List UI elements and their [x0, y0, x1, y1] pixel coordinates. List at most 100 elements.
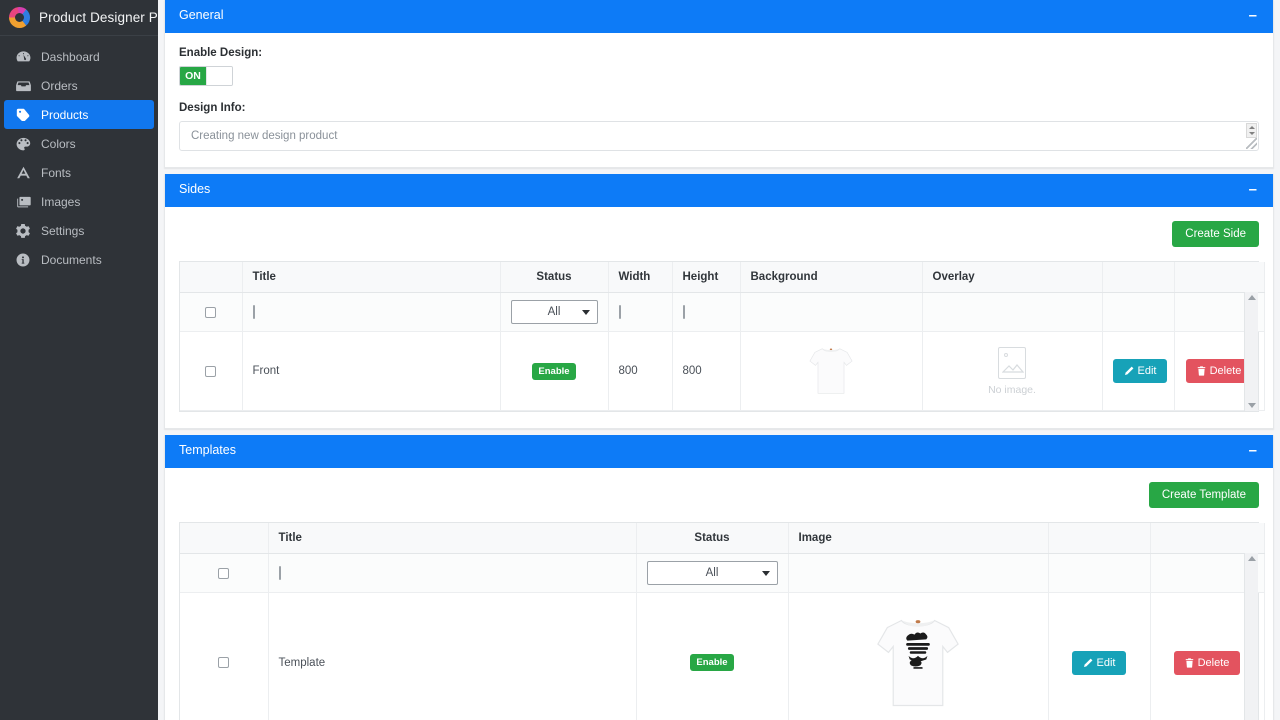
enable-design-label: Enable Design: [179, 47, 263, 59]
row-select-cell [180, 331, 243, 411]
filter-status-cell: All [636, 553, 789, 593]
brand-header: Product Designer Pro [0, 0, 170, 36]
scroll-down-icon[interactable] [1247, 403, 1256, 408]
minus-icon[interactable]: – [1247, 443, 1259, 458]
col-overlay: Overlay [922, 262, 1103, 293]
filter-overlay-cell [922, 292, 1103, 332]
white-tshirt-image [809, 348, 853, 394]
no-image-label: No image. [988, 383, 1036, 396]
delete-label: Delete [1209, 365, 1242, 377]
templates-title-filter-input[interactable] [278, 566, 281, 580]
filter-status-cell: All [500, 292, 609, 332]
row-edit-cell: Edit [1048, 592, 1151, 720]
sides-width-filter-input[interactable] [618, 305, 621, 319]
edit-label: Edit [1096, 656, 1116, 669]
fonts-letter-a-icon [16, 166, 33, 180]
row-edit-cell: Edit [1102, 331, 1175, 411]
enable-design-toggle[interactable]: ON [179, 66, 233, 86]
filter-select-cell [180, 292, 243, 332]
sidebar-item-label: Dashboard [41, 49, 100, 64]
templates-header-row: Title Status Image [180, 523, 1265, 554]
col-status: Status [636, 523, 789, 554]
row-checkbox[interactable] [218, 657, 230, 668]
delete-label: Delete [1197, 656, 1230, 669]
create-template-button[interactable]: Create Template [1148, 482, 1259, 508]
trash-icon [1197, 366, 1205, 376]
sidebar-item-orders[interactable]: Orders [4, 71, 154, 100]
general-panel-body: Enable Design: ON Design Info: Creating … [165, 33, 1273, 167]
edit-button[interactable]: Edit [1112, 359, 1168, 383]
table-row[interactable]: Front Enable 800 800 No image. Edit Dele… [180, 331, 1265, 411]
status-badge: Enable [532, 362, 576, 380]
create-side-button[interactable]: Create Side [1172, 221, 1259, 247]
minus-icon[interactable]: – [1247, 8, 1259, 23]
filter-background-cell [740, 292, 923, 332]
filter-height-cell [672, 292, 741, 332]
sides-status-filter-value: All [547, 306, 561, 318]
sides-panel: Sides – Create Side Title Status Width H… [164, 174, 1274, 429]
sidebar: Product Designer Pro Dashboard Orders Pr… [0, 0, 170, 720]
filter-image-cell [788, 553, 1049, 593]
edit-button[interactable]: Edit [1071, 650, 1127, 675]
sidebar-item-label: Colors [41, 136, 76, 151]
sidebar-item-images[interactable]: Images [4, 187, 154, 216]
sidebar-item-label: Images [41, 194, 81, 209]
scroll-up-icon[interactable] [1247, 295, 1256, 300]
select-all-checkbox[interactable] [218, 567, 230, 579]
panel-title: General [179, 8, 224, 22]
scroll-up-icon[interactable] [1247, 556, 1256, 561]
templates-status-filter-select[interactable]: All [646, 561, 778, 585]
delete-button[interactable]: Delete [1185, 359, 1253, 383]
design-info-wrap: Creating new design product [179, 121, 1259, 151]
templates-toolbar: Create Template [179, 482, 1259, 522]
templates-panel-body: Create Template Title Status Image All T… [165, 468, 1273, 720]
filter-select-cell [180, 553, 269, 593]
design-info-textarea[interactable]: Creating new design product [179, 121, 1259, 151]
main-content: General – Enable Design: ON Design Info:… [158, 0, 1280, 720]
resize-grip-icon[interactable] [1246, 138, 1257, 149]
toggle-knob [205, 67, 232, 85]
select-all-checkbox[interactable] [205, 306, 217, 318]
row-width: 800 [608, 331, 673, 411]
sides-title-filter-input[interactable] [252, 305, 255, 319]
sides-table-scrollbar[interactable] [1244, 292, 1258, 411]
sidebar-item-products[interactable]: Products [4, 100, 154, 129]
edit-label: Edit [1137, 365, 1157, 377]
templates-table-scrollbar[interactable] [1244, 553, 1258, 720]
row-overlay-cell: No image. [922, 331, 1103, 411]
row-title: Front [242, 331, 501, 411]
sides-panel-body: Create Side Title Status Width Height Ba… [165, 207, 1273, 428]
sidebar-item-settings[interactable]: Settings [4, 216, 154, 245]
sides-header-row: Title Status Width Height Background Ove… [180, 262, 1265, 293]
sides-table: Title Status Width Height Background Ove… [180, 262, 1265, 411]
sides-height-filter-input[interactable] [682, 305, 685, 319]
filter-title-cell [268, 553, 637, 593]
designer-logo-icon [9, 7, 30, 28]
printed-tshirt-image [877, 619, 959, 706]
row-checkbox[interactable] [205, 365, 217, 377]
delete-button[interactable]: Delete [1173, 650, 1241, 675]
spinner-icon[interactable] [1246, 123, 1257, 138]
col-delete [1150, 523, 1265, 554]
no-image-placeholder: No image. [933, 346, 1092, 396]
table-row[interactable]: Template Enable Edit Delete [180, 592, 1265, 720]
brand-title: Product Designer Pro [39, 10, 171, 25]
templates-panel: Templates – Create Template Title Status… [164, 435, 1274, 720]
templates-filter-row: All [180, 553, 1265, 593]
row-image-cell [788, 592, 1049, 720]
filter-edit-cell [1048, 553, 1151, 593]
images-picture-icon [16, 195, 33, 209]
sides-filter-row: All [180, 292, 1265, 332]
panel-title: Templates [179, 443, 236, 457]
orders-inbox-icon [16, 79, 33, 93]
sides-status-filter-select[interactable]: All [510, 300, 598, 324]
sidebar-item-documents[interactable]: Documents [4, 245, 154, 274]
design-info-label: Design Info: [179, 102, 246, 114]
sidebar-item-dashboard[interactable]: Dashboard [4, 42, 154, 71]
sidebar-item-label: Fonts [41, 165, 72, 180]
sidebar-item-colors[interactable]: Colors [4, 129, 154, 158]
sidebar-nav: Dashboard Orders Products Colors Fonts I… [0, 42, 158, 274]
col-title: Title [242, 262, 501, 293]
minus-icon[interactable]: – [1247, 182, 1259, 197]
sidebar-item-fonts[interactable]: Fonts [4, 158, 154, 187]
